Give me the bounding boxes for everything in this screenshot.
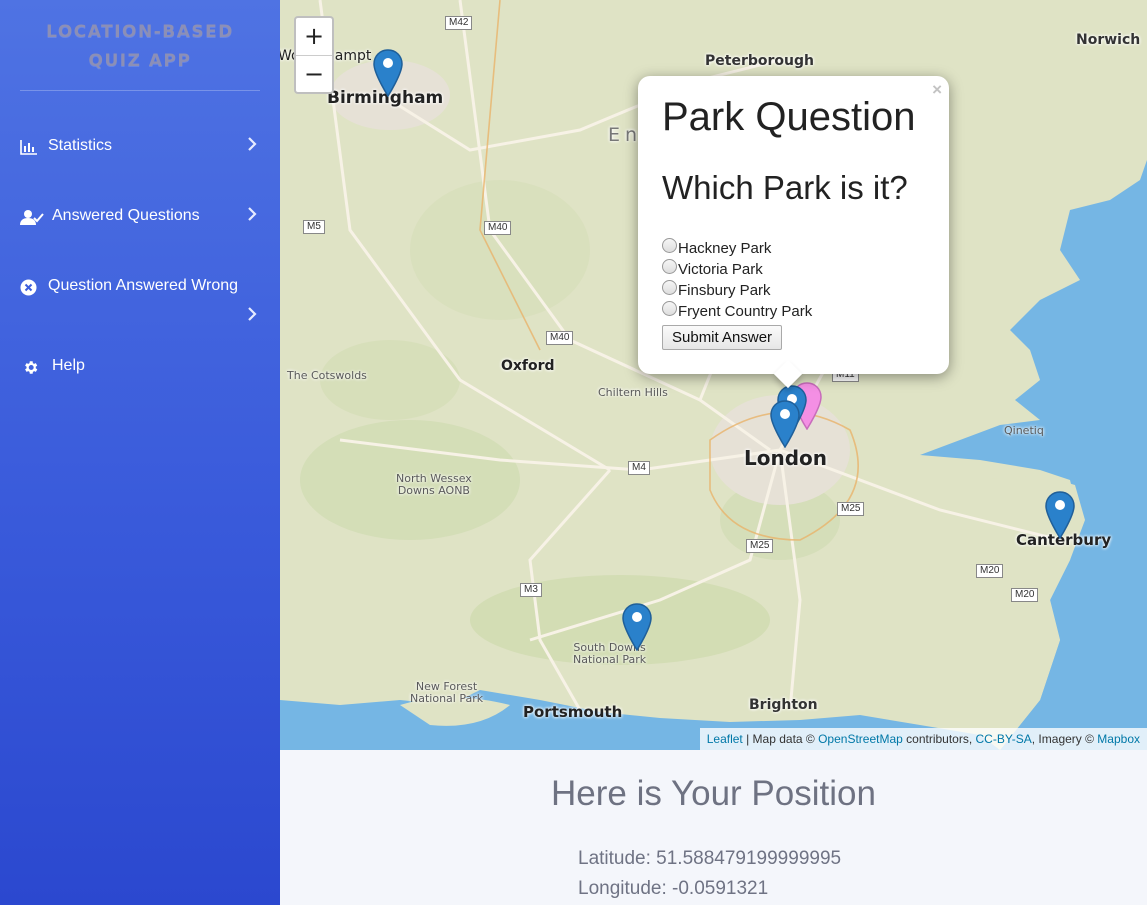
place-label: Peterborough xyxy=(705,53,814,69)
road-label: M25 xyxy=(746,539,774,553)
zoom-out-button[interactable]: − xyxy=(296,55,332,92)
map[interactable]: Wolverhampt Birmingham Peterborough Norw… xyxy=(280,0,1147,750)
answer-option[interactable]: Fryent Country Park xyxy=(662,301,925,322)
longitude-text: Longitude: -0.0591321 xyxy=(578,878,769,899)
sidebar-item-answered-questions[interactable]: Answered Questions xyxy=(20,207,260,231)
gear-icon xyxy=(22,359,42,375)
place-label: En xyxy=(608,124,643,146)
answer-option[interactable]: Victoria Park xyxy=(662,259,925,280)
road-label: M5 xyxy=(303,220,325,234)
close-icon[interactable]: × xyxy=(932,80,942,100)
openstreetmap-link[interactable]: OpenStreetMap xyxy=(818,732,903,746)
place-label-line: National Park xyxy=(573,653,647,666)
chevron-right-icon xyxy=(247,207,257,226)
answer-option-label: Hackney Park xyxy=(678,240,772,257)
app-title: LOCATION-BASED QUIZ APP xyxy=(0,0,280,90)
place-label: Oxford xyxy=(501,358,555,374)
submit-answer-button[interactable]: Submit Answer xyxy=(662,325,783,350)
answer-option[interactable]: Hackney Park xyxy=(662,238,925,259)
place-label: London xyxy=(744,446,828,470)
road-label: M20 xyxy=(976,564,1004,578)
map-attribution: Leaflet | Map data © OpenStreetMap contr… xyxy=(699,728,1147,750)
chevron-right-icon xyxy=(247,137,257,156)
radio-button[interactable] xyxy=(662,301,677,316)
road-label: M42 xyxy=(445,16,473,30)
road-label: M40 xyxy=(484,221,512,235)
sidebar: LOCATION-BASED QUIZ APP Statistics Answe… xyxy=(0,0,280,905)
app-title-line1: LOCATION-BASED xyxy=(46,22,234,42)
leaflet-link[interactable]: Leaflet xyxy=(707,732,743,746)
position-heading: Here is Your Position xyxy=(551,774,876,813)
sidebar-item-help[interactable]: Help xyxy=(20,357,260,381)
bar-chart-icon xyxy=(20,139,40,155)
user-check-icon xyxy=(20,209,44,225)
position-section: Here is Your Position Latitude: 51.58847… xyxy=(280,750,1147,905)
sidebar-item-label: Statistics xyxy=(48,137,113,154)
sidebar-item-label: Answered Questions xyxy=(52,207,200,224)
attribution-text: | Map data © xyxy=(742,732,819,746)
answer-options: Hackney Park Victoria Park Finsbury Park… xyxy=(662,238,925,350)
attribution-text: , Imagery © xyxy=(1031,732,1098,746)
zoom-control: + − xyxy=(294,16,334,94)
sidebar-divider xyxy=(20,90,260,91)
place-label: Qinetiq xyxy=(1004,424,1044,437)
sidebar-item-statistics[interactable]: Statistics xyxy=(20,137,260,161)
sidebar-item-question-answered-wrong[interactable]: Question Answered Wrong xyxy=(20,277,260,327)
app-title-line2: QUIZ APP xyxy=(88,51,192,71)
sidebar-item-label: Question Answered Wrong xyxy=(48,277,239,294)
place-label: Brighton xyxy=(749,697,818,713)
zoom-in-button[interactable]: + xyxy=(296,18,332,55)
map-marker-icon[interactable] xyxy=(1045,491,1075,539)
sidebar-item-label: Help xyxy=(52,357,85,374)
popup-title: Park Question xyxy=(662,95,916,139)
mapbox-link[interactable]: Mapbox xyxy=(1097,732,1140,746)
place-label: New Forest National Park xyxy=(410,681,483,705)
question-text: Which Park is it? xyxy=(662,169,908,206)
answer-option[interactable]: Finsbury Park xyxy=(662,280,925,301)
latitude-text: Latitude: 51.588479199999995 xyxy=(578,848,842,869)
map-marker-icon[interactable] xyxy=(622,603,652,651)
place-label: The Cotswolds xyxy=(287,369,367,382)
radio-button[interactable] xyxy=(662,280,677,295)
attribution-text: contributors, xyxy=(902,732,976,746)
x-circle-icon xyxy=(20,279,40,296)
road-label: M20 xyxy=(1011,588,1039,602)
answer-option-label: Finsbury Park xyxy=(678,282,771,299)
place-label: Chiltern Hills xyxy=(598,386,668,399)
radio-button[interactable] xyxy=(662,238,677,253)
answer-option-label: Fryent Country Park xyxy=(678,303,813,320)
place-label-line: Downs AONB xyxy=(397,484,470,497)
answer-option-label: Victoria Park xyxy=(678,261,763,278)
chevron-right-icon xyxy=(247,307,257,326)
map-marker-icon[interactable] xyxy=(373,49,403,97)
road-label: M4 xyxy=(628,461,650,475)
place-label: North Wessex Downs AONB xyxy=(396,473,472,497)
radio-button[interactable] xyxy=(662,259,677,274)
road-label: M25 xyxy=(837,502,865,516)
road-label: M40 xyxy=(546,331,574,345)
map-marker-icon[interactable] xyxy=(770,400,800,448)
license-link[interactable]: CC-BY-SA xyxy=(976,732,1032,746)
place-label-line: National Park xyxy=(410,692,484,705)
place-label: Norwich xyxy=(1076,32,1141,48)
question-popup: × Park Question Which Park is it? Hackne… xyxy=(638,76,949,389)
road-label: M3 xyxy=(520,583,542,597)
place-label: Portsmouth xyxy=(523,703,623,721)
